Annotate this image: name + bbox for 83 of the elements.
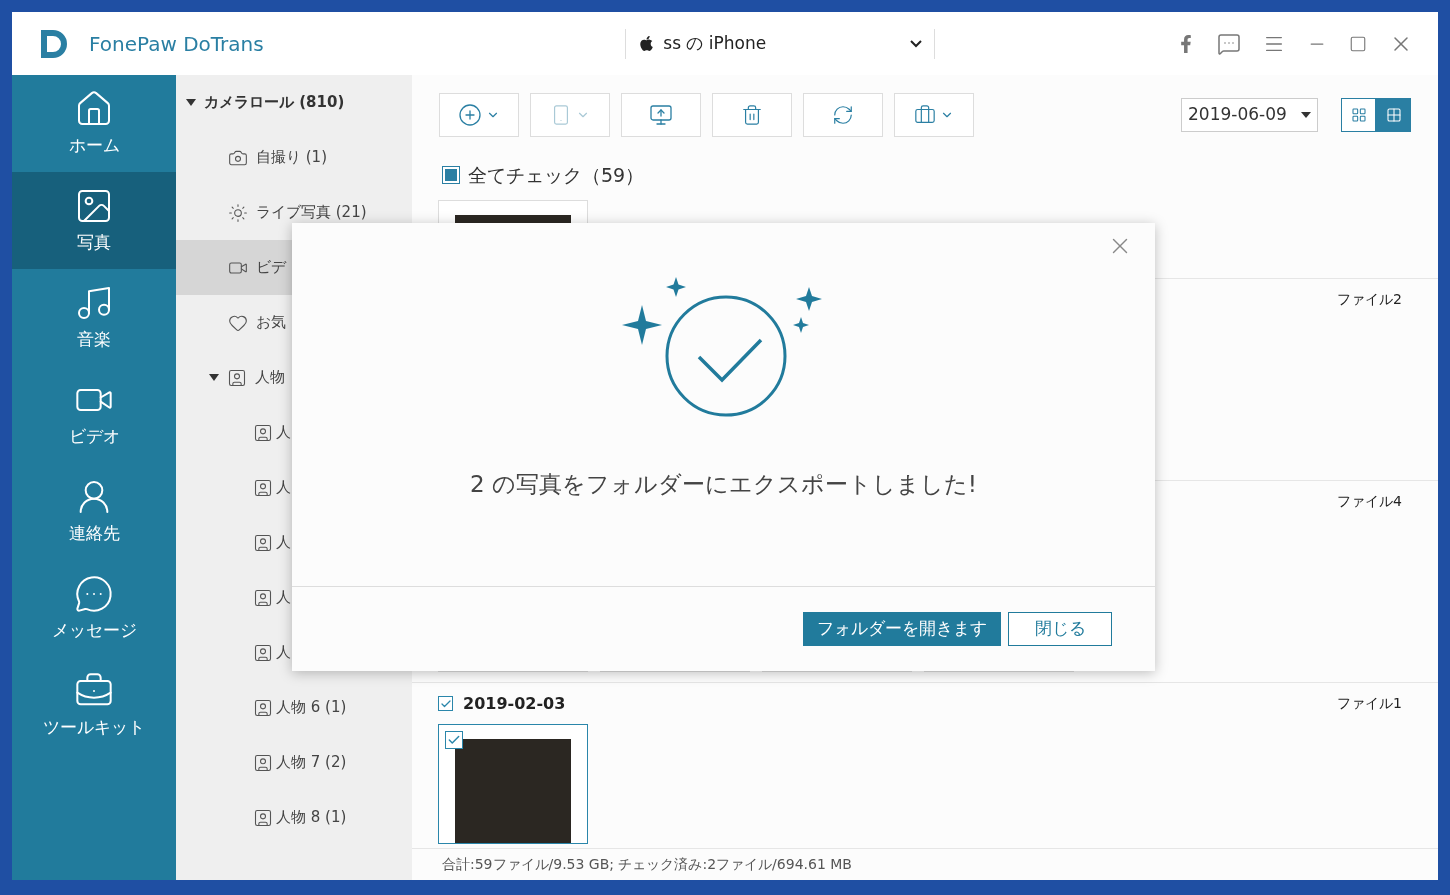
album-item[interactable]: 人 — [176, 405, 412, 460]
nav-item[interactable]: ツールキット — [12, 657, 176, 754]
nav-item[interactable]: 音楽 — [12, 269, 176, 366]
open-folder-button[interactable]: フォルダーを開きます — [803, 612, 1001, 646]
trash-icon — [741, 104, 763, 126]
feedback-icon[interactable] — [1217, 31, 1241, 56]
view-toggle[interactable] — [1341, 98, 1376, 132]
nav-item[interactable]: 写真 — [12, 172, 176, 269]
select-all-label: 全てチェック（59） — [468, 162, 645, 188]
view-toggle[interactable] — [1376, 98, 1411, 132]
file-count: ファイル2 — [1337, 290, 1402, 309]
album-label: 自撮り (1) — [256, 147, 327, 169]
close-button[interactable]: 閉じる — [1008, 612, 1112, 646]
add-button[interactable] — [439, 93, 519, 137]
checkmark-icon — [447, 733, 461, 747]
album-item[interactable]: カメラロール (810) — [176, 75, 412, 130]
plus-icon — [458, 103, 482, 127]
album-label: 人 — [276, 642, 291, 664]
grid-icon — [1385, 107, 1402, 123]
album-label: 人 — [276, 587, 291, 609]
album-label: 人 — [276, 422, 291, 444]
refresh-icon — [832, 104, 854, 126]
album-label: 人 — [276, 532, 291, 554]
album-item[interactable]: 人物 8 (1) — [176, 790, 412, 845]
status-text: 合計:59ファイル/9.53 GB; チェック済み:2ファイル/694.61 MB — [442, 855, 852, 874]
checkbox[interactable] — [438, 696, 453, 711]
album-item[interactable]: ライブ写真 (21) — [176, 185, 412, 240]
apple-icon — [638, 35, 656, 52]
album-label: 人物 6 (1) — [276, 697, 347, 719]
nav-item[interactable]: ホーム — [12, 75, 176, 172]
refresh-button[interactable] — [803, 93, 883, 137]
export-to-pc-button[interactable] — [621, 93, 701, 137]
nav-item[interactable]: ビデオ — [12, 366, 176, 463]
group-date: 2019-02-03 — [463, 692, 566, 715]
album-item[interactable]: 自撮り (1) — [176, 130, 412, 185]
device-selector[interactable]: ss の iPhone — [625, 28, 936, 59]
expand-arrow-icon[interactable] — [186, 99, 196, 106]
album-label: 人物 7 (2) — [276, 752, 347, 774]
delete-button[interactable] — [712, 93, 792, 137]
album-item[interactable]: 人 — [176, 570, 412, 625]
album-label: ライブ写真 (21) — [256, 202, 367, 224]
dialog-message: 2 の写真をフォルダーにエクスポートしました! — [469, 470, 978, 499]
person-icon — [253, 807, 273, 828]
person-icon — [253, 587, 273, 608]
nav-item[interactable]: 連絡先 — [12, 463, 176, 560]
album-label: カメラロール (810) — [204, 92, 345, 114]
grid-icon — [1350, 107, 1367, 123]
app-name: FonePaw DoTrans — [89, 30, 264, 58]
briefcase-icon — [914, 104, 936, 126]
album-label: 人 — [276, 477, 291, 499]
toolbox-button[interactable] — [894, 93, 974, 137]
nav-item[interactable]: メッセージ — [12, 560, 176, 657]
checkbox[interactable] — [442, 166, 460, 184]
chevron-down-icon — [910, 39, 923, 48]
album-item[interactable]: 人物 6 (1) — [176, 680, 412, 735]
person-icon — [253, 697, 273, 718]
file-count: ファイル1 — [1337, 694, 1402, 713]
sun-icon — [228, 202, 248, 223]
photo-card[interactable] — [438, 724, 588, 844]
chat-bubble-icon — [74, 573, 114, 614]
expand-arrow-icon[interactable] — [209, 374, 219, 381]
person-icon — [253, 752, 273, 773]
album-item[interactable]: 人物 — [176, 350, 412, 405]
dropdown-arrow-icon — [1301, 112, 1311, 118]
monitor-icon — [649, 103, 673, 127]
album-label: お気 — [256, 312, 286, 334]
person-icon — [253, 422, 273, 443]
album-item[interactable]: 人 — [176, 625, 412, 680]
album-label: 人物 — [255, 367, 285, 389]
album-item[interactable]: 人 — [176, 460, 412, 515]
file-count: ファイル4 — [1337, 492, 1402, 511]
person-icon — [253, 532, 273, 553]
date-dropdown[interactable]: 2019-06-09 — [1181, 98, 1318, 132]
album-item[interactable]: お気 — [176, 295, 412, 350]
album-label: 人物 8 (1) — [276, 807, 347, 829]
album-label: ビデ — [256, 257, 286, 279]
person-icon — [253, 477, 273, 498]
checkbox[interactable] — [445, 731, 463, 749]
maximize-icon[interactable] — [1349, 34, 1367, 53]
album-item[interactable]: 人 — [176, 515, 412, 570]
person-icon — [227, 367, 247, 388]
album-item[interactable]: 人物 7 (2) — [176, 735, 412, 790]
person-icon — [253, 642, 273, 663]
